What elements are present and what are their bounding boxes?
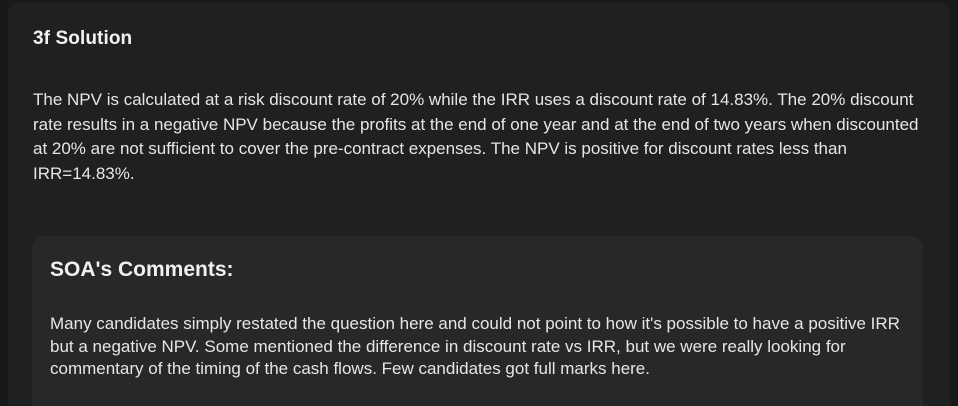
comments-title: SOA's Comments: — [50, 258, 234, 281]
soa-comments-box: SOA's Comments: Many candidates simply r… — [32, 236, 923, 406]
solution-text: The NPV is calculated at a risk discount… — [33, 90, 919, 183]
comments-text: Many candidates simply restated the ques… — [50, 314, 900, 378]
solution-title: 3f Solution — [33, 28, 133, 49]
solution-card: 3f Solution The NPV is calculated at a r… — [8, 2, 950, 406]
